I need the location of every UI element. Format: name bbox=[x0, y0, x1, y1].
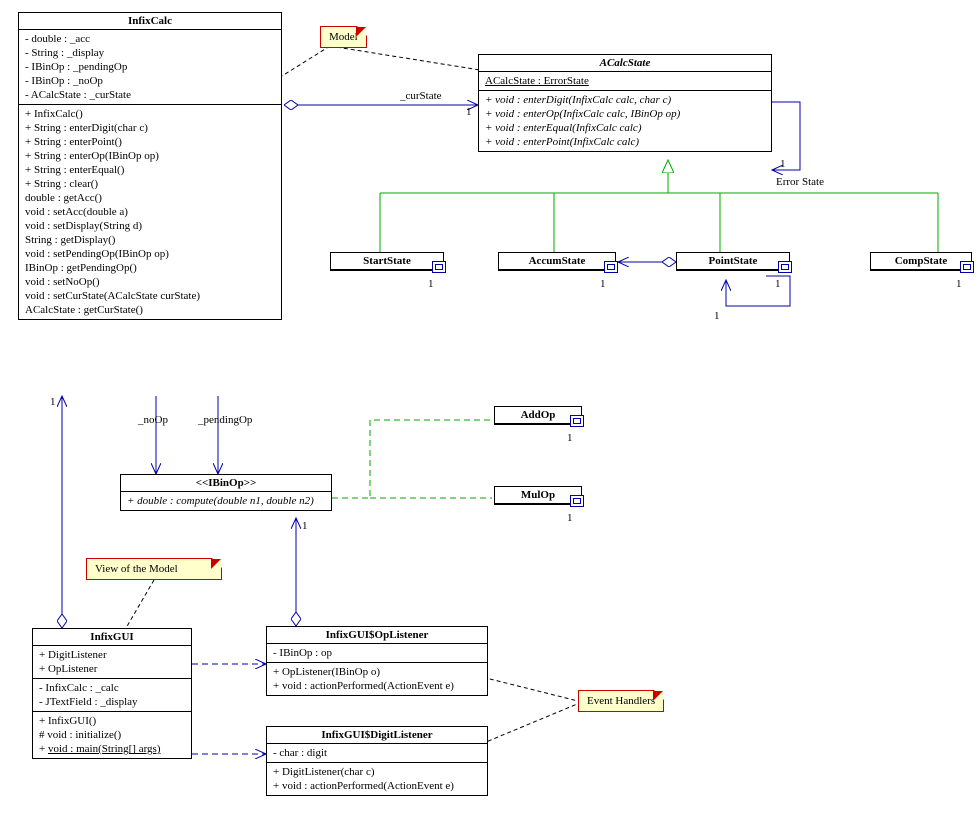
class-infixcalc: InfixCalc - double : _acc- String : _dis… bbox=[18, 12, 282, 320]
class-addop: AddOp bbox=[494, 406, 582, 425]
class-oplistener: InfixGUI$OpListener - IBinOp : op + OpLi… bbox=[266, 626, 488, 696]
class-startstate: StartState bbox=[330, 252, 444, 271]
label-curstate: _curState bbox=[400, 90, 442, 102]
class-pointstate: PointState bbox=[676, 252, 790, 271]
note-handlers: Event Handlers bbox=[578, 690, 664, 712]
class-mulop: MulOp bbox=[494, 486, 582, 505]
class-acalcstate: ACalcState ACalcState : ErrorState + voi… bbox=[478, 54, 772, 152]
label-noop: _noOp bbox=[138, 414, 168, 426]
class-accumstate: AccumState bbox=[498, 252, 616, 271]
label-pendingop: _pendingOp bbox=[198, 414, 252, 426]
class-infixgui: InfixGUI + DigitListener+ OpListener - I… bbox=[32, 628, 192, 759]
note-model: Model bbox=[320, 26, 367, 48]
class-digitlistener: InfixGUI$DigitListener - char : digit + … bbox=[266, 726, 488, 796]
label-errorstate: Error State bbox=[776, 176, 824, 188]
class-compstate: CompState bbox=[870, 252, 972, 271]
class-ibinop: <<IBinOp>> + double : compute(double n1,… bbox=[120, 474, 332, 511]
note-view: View of the Model bbox=[86, 558, 222, 580]
